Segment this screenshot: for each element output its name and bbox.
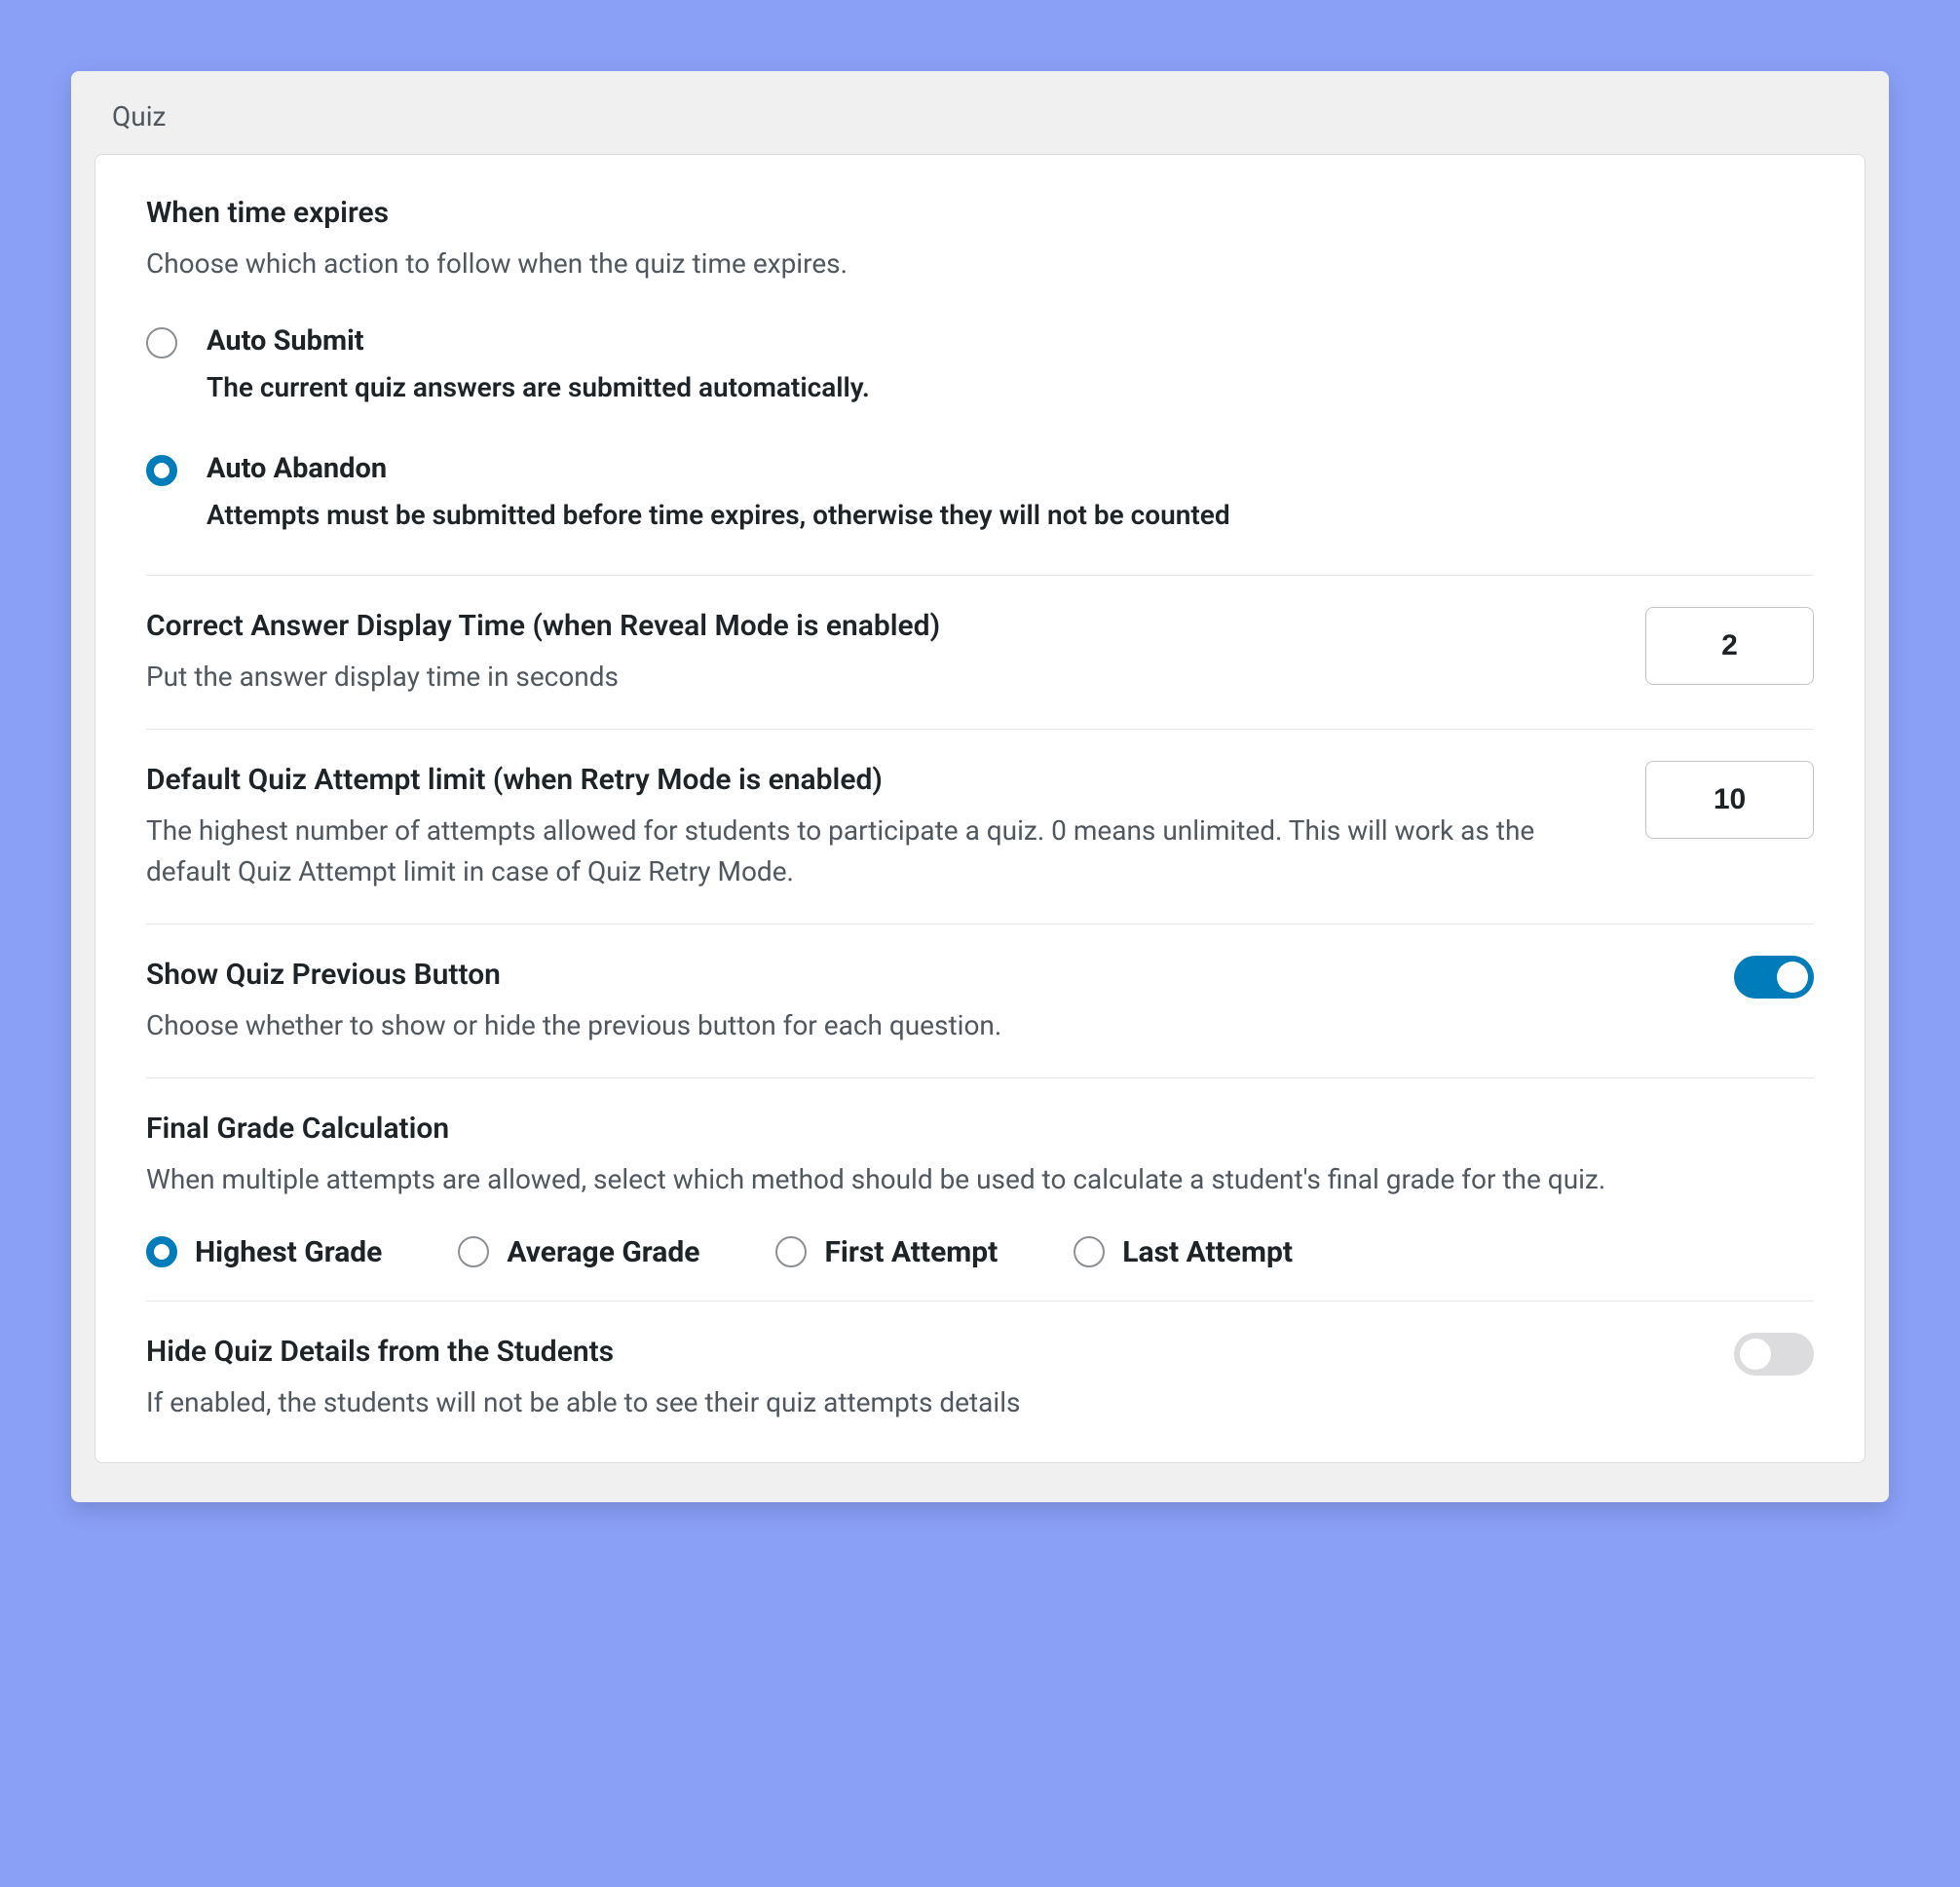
display-time-input[interactable] [1645,607,1814,685]
display-time-desc: Put the answer display time in seconds [146,657,1614,698]
prev-button-toggle[interactable] [1734,956,1814,999]
time-expires-desc: Choose which action to follow when the q… [146,244,1814,284]
radio-icon [146,327,177,359]
time-expires-options: Auto Submit The current quiz answers are… [146,323,1814,544]
hide-details-toggle[interactable] [1734,1333,1814,1376]
radio-label: Auto Submit [207,323,870,360]
final-grade-title: Final Grade Calculation [146,1110,1814,1148]
toggle-knob [1740,1339,1771,1370]
toggle-knob [1777,962,1808,993]
section-hide-details: Hide Quiz Details from the Students If e… [146,1302,1814,1423]
section-attempt-limit: Default Quiz Attempt limit (when Retry M… [146,730,1814,925]
radio-label: Average Grade [507,1235,699,1269]
quiz-settings-panel: Quiz When time expires Choose which acti… [71,71,1889,1502]
display-time-title: Correct Answer Display Time (when Reveal… [146,607,1614,645]
radio-average-grade[interactable]: Average Grade [458,1235,699,1269]
radio-last-attempt[interactable]: Last Attempt [1074,1235,1293,1269]
hide-details-title: Hide Quiz Details from the Students [146,1333,1703,1371]
radio-icon [146,1236,177,1267]
prev-button-desc: Choose whether to show or hide the previ… [146,1005,1703,1046]
radio-auto-submit[interactable]: Auto Submit The current quiz answers are… [146,323,1814,406]
radio-auto-abandon[interactable]: Auto Abandon Attempts must be submitted … [146,451,1814,534]
radio-icon [775,1236,807,1267]
section-prev-button: Show Quiz Previous Button Choose whether… [146,925,1814,1078]
radio-highest-grade[interactable]: Highest Grade [146,1235,382,1269]
final-grade-desc: When multiple attempts are allowed, sele… [146,1159,1814,1200]
attempt-limit-title: Default Quiz Attempt limit (when Retry M… [146,761,1614,799]
radio-icon [1074,1236,1105,1267]
prev-button-title: Show Quiz Previous Button [146,956,1703,994]
hide-details-desc: If enabled, the students will not be abl… [146,1382,1703,1423]
radio-icon [458,1236,489,1267]
radio-icon [146,455,177,486]
final-grade-options: Highest Grade Average Grade First Attemp… [146,1235,1814,1269]
time-expires-title: When time expires [146,194,1814,232]
settings-card: When time expires Choose which action to… [94,154,1866,1463]
radio-label: First Attempt [824,1235,998,1269]
section-time-expires: When time expires Choose which action to… [146,194,1814,576]
attempt-limit-desc: The highest number of attempts allowed f… [146,811,1614,892]
attempt-limit-input[interactable] [1645,761,1814,839]
radio-label: Last Attempt [1122,1235,1293,1269]
section-display-time: Correct Answer Display Time (when Reveal… [146,576,1814,730]
radio-desc: The current quiz answers are submitted a… [207,368,870,406]
radio-first-attempt[interactable]: First Attempt [775,1235,998,1269]
radio-label: Highest Grade [195,1235,382,1269]
radio-label: Auto Abandon [207,451,1230,488]
panel-title: Quiz [94,100,1866,132]
radio-desc: Attempts must be submitted before time e… [207,496,1230,534]
section-final-grade: Final Grade Calculation When multiple at… [146,1078,1814,1302]
